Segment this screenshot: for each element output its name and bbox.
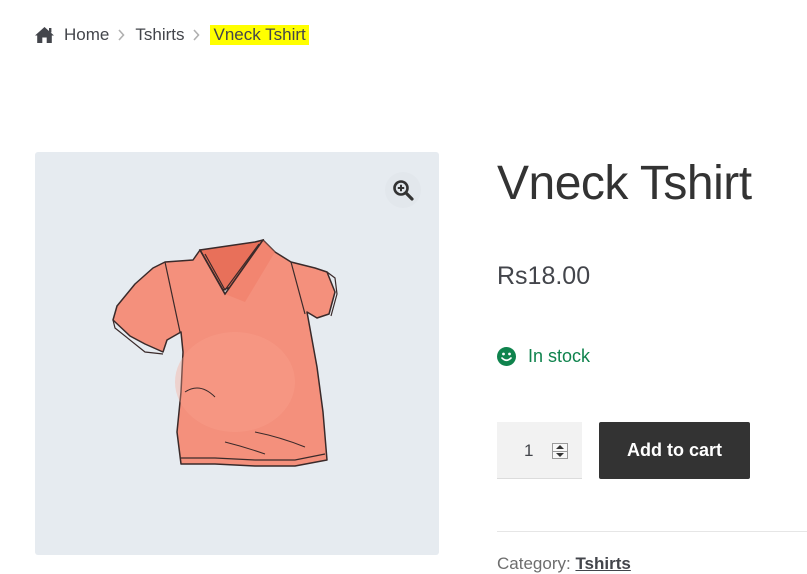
quantity-input[interactable]: 1 — [497, 422, 582, 479]
quantity-stepper[interactable] — [552, 443, 568, 459]
chevron-right-icon — [193, 29, 201, 41]
breadcrumb-home-link[interactable]: Home — [64, 25, 109, 45]
product-meta: Category: Tshirts — [497, 554, 631, 574]
stock-status-label: In stock — [528, 346, 591, 366]
category-label: Category: — [497, 554, 571, 573]
quantity-value[interactable]: 1 — [524, 441, 533, 461]
breadcrumb-category-link[interactable]: Tshirts — [135, 25, 184, 45]
stepper-down-icon[interactable] — [556, 453, 564, 457]
magnifier-plus-icon — [393, 180, 414, 201]
home-icon[interactable] — [34, 26, 55, 44]
stock-status: In stock — [497, 346, 590, 367]
divider — [497, 531, 807, 532]
product-price: Rs18.00 — [497, 262, 591, 290]
category-link[interactable]: Tshirts — [575, 554, 630, 573]
product-image[interactable] — [105, 232, 370, 477]
stepper-up-icon[interactable] — [556, 445, 564, 449]
add-to-cart-button[interactable]: Add to cart — [599, 422, 750, 479]
zoom-button[interactable] — [385, 172, 421, 208]
chevron-right-icon — [118, 29, 125, 41]
smiley-icon — [497, 347, 516, 366]
product-gallery[interactable] — [35, 152, 439, 555]
breadcrumb: Home Tshirts Vneck Tshirt — [34, 22, 309, 48]
breadcrumb-current: Vneck Tshirt — [210, 25, 309, 45]
product-title: Vneck Tshirt — [497, 157, 752, 210]
